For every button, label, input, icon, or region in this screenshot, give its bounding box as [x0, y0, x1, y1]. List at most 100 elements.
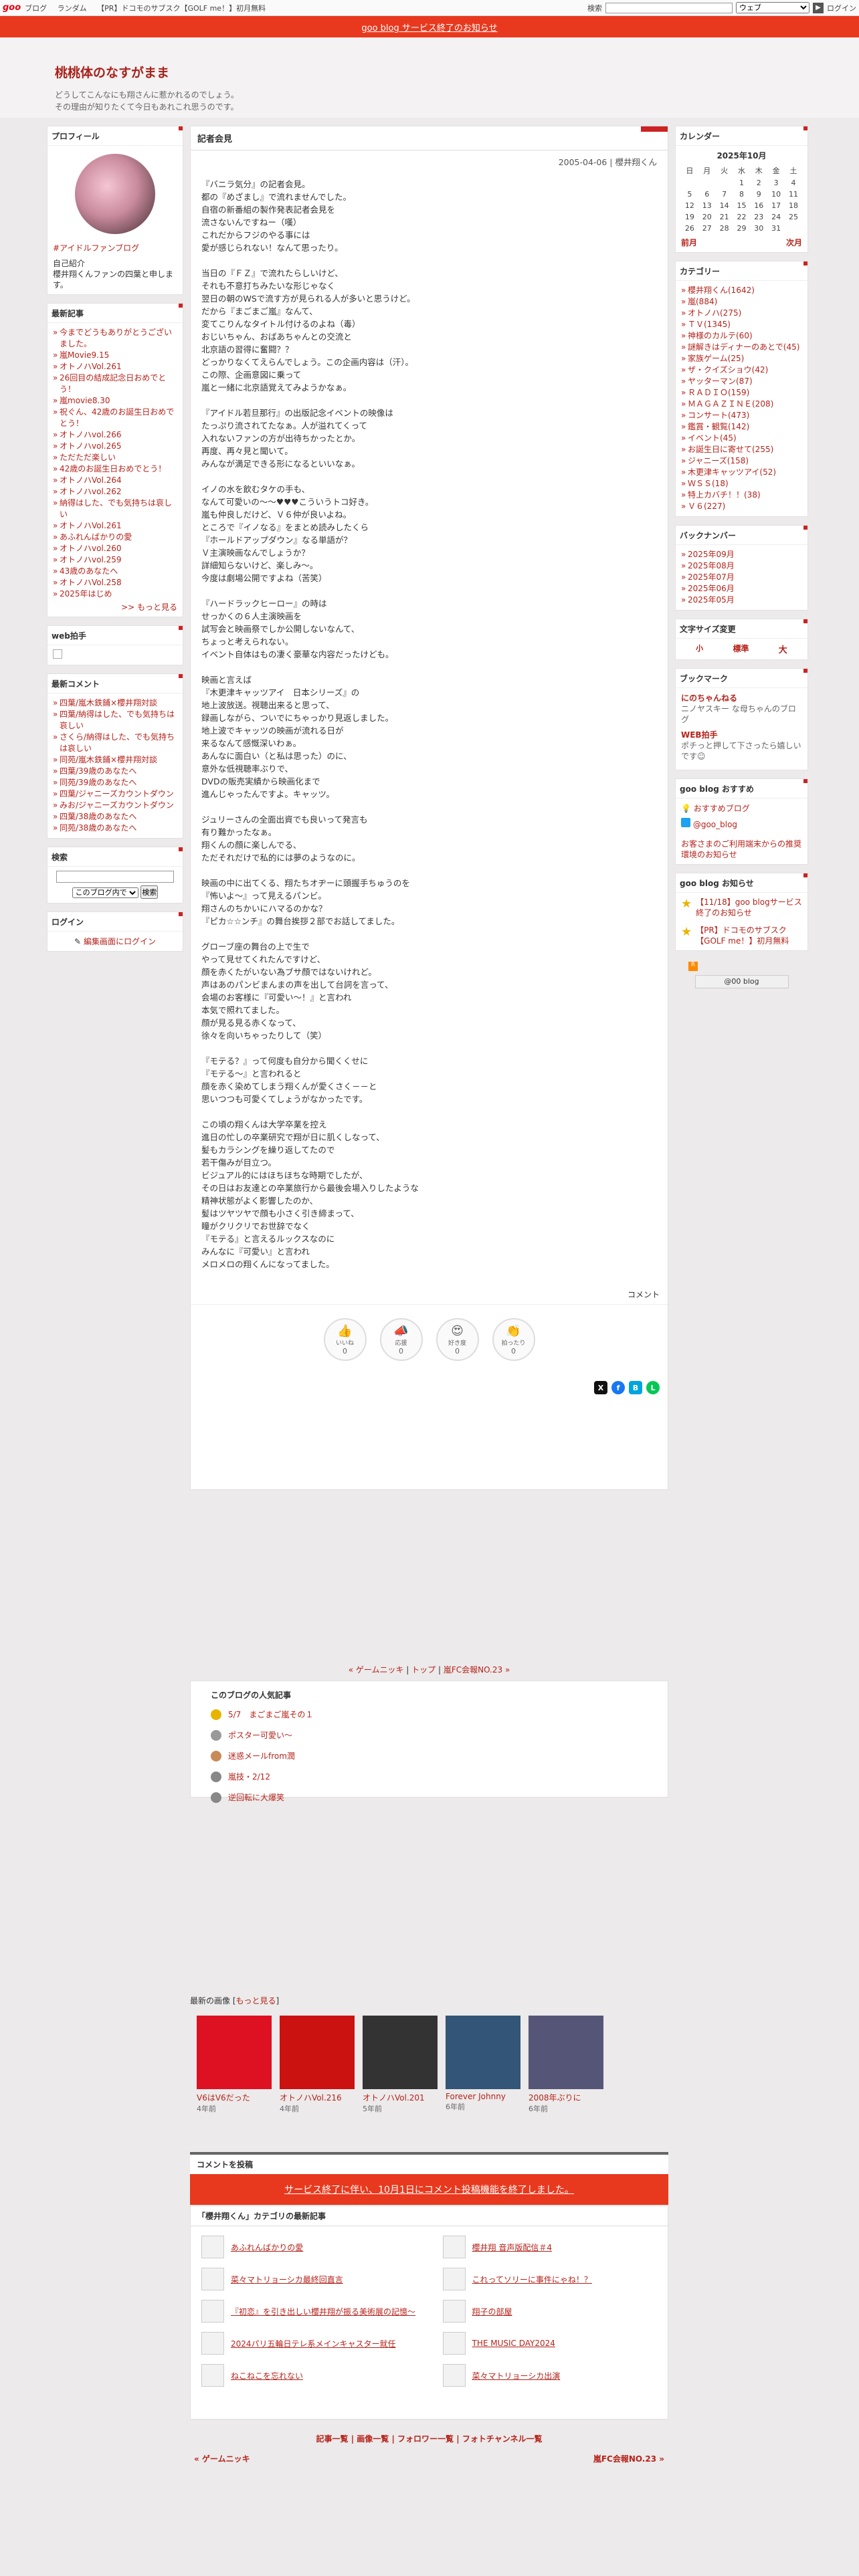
font-standard-button[interactable]: 標準	[733, 643, 749, 655]
footer-prev-link[interactable]: « ゲームニッキ	[194, 2453, 250, 2464]
image-thumb[interactable]: オトノハVol.216 4年前	[280, 2016, 355, 2114]
recent-post-link[interactable]: オトノハvol.260	[53, 543, 177, 554]
recent-post-link[interactable]: 祝ぐん、42歳のお誕生日おめでとう！	[53, 407, 177, 429]
category-post-link[interactable]: 菜々マトリョーシカ出演	[472, 2370, 561, 2381]
search-scope-select[interactable]: このブログ内で	[72, 887, 138, 898]
comment-link[interactable]: さくら/納得はした、でも気持ちは哀しい	[53, 732, 177, 754]
category-post-link[interactable]: 2024パリ五輪日テレ系メインキャスター就任	[231, 2338, 396, 2349]
comment-link[interactable]: 同苑/39歳のあなたへ	[53, 777, 177, 788]
notice-text[interactable]: goo blog サービス終了のお知らせ	[361, 21, 497, 33]
recent-post-link[interactable]: 42歳のお誕生日おめでとう！	[53, 463, 177, 475]
popular-link[interactable]: 5/7 まごまご嵐その１	[228, 1709, 313, 1720]
backnumber-link[interactable]: 2025年09月	[681, 549, 802, 560]
category-link[interactable]: 櫻井翔くん(1642)	[681, 285, 802, 296]
recent-post-link[interactable]: 2025年はじめ	[53, 588, 177, 600]
next-post-link[interactable]: 嵐FC会報NO.23 »	[444, 1665, 510, 1675]
image-thumb[interactable]: Forever Johnny 6年前	[446, 2016, 520, 2114]
category-link[interactable]: イベント(45)	[681, 433, 802, 444]
oshirase-link-2[interactable]: 【PR】ドコモのサブスク【GOLF me！】初月無料	[696, 925, 802, 946]
recent-post-link[interactable]: ただただ楽しい	[53, 452, 177, 463]
footer-nav-link[interactable]: フォロワー一覧	[397, 2434, 454, 2444]
footer-nav-link[interactable]: フォトチャンネル一覧	[462, 2434, 543, 2444]
blog-search-input[interactable]	[56, 871, 174, 883]
comment-link[interactable]: 四葉/39歳のあなたへ	[53, 766, 177, 777]
comment-link[interactable]: 同苑/嵐木鉄鋪×櫻井翔対談	[53, 754, 177, 766]
category-link[interactable]: ザ・クイズショウ(42)	[681, 364, 802, 376]
thumb-caption[interactable]: Forever Johnny	[446, 2092, 520, 2101]
category-link[interactable]: ＭＡＧＡＺＩＮＥ(208)	[681, 399, 802, 410]
nav-random[interactable]: ランダム	[58, 4, 87, 13]
recent-post-link[interactable]: あふれんばかりの愛	[53, 532, 177, 543]
category-link[interactable]: 嵐(884)	[681, 296, 802, 308]
service-end-notice[interactable]: goo blog サービス終了のお知らせ	[0, 16, 859, 37]
prev-post-link[interactable]: « ゲームニッキ	[349, 1665, 404, 1675]
rss-icon[interactable]: R	[688, 962, 698, 971]
search-button[interactable]: 検索	[140, 885, 159, 899]
category-link[interactable]: コンサート(473)	[681, 410, 802, 421]
recent-post-link[interactable]: オトノハvol.266	[53, 429, 177, 441]
article-title[interactable]: 記者会見	[191, 126, 668, 150]
thumbnail-image[interactable]	[363, 2016, 438, 2089]
category-link[interactable]: 神様のカルテ(60)	[681, 330, 802, 342]
goo-logo[interactable]: goo	[3, 3, 21, 13]
recent-more[interactable]: >> もっと見る	[53, 601, 177, 613]
backnumber-link[interactable]: 2025年05月	[681, 595, 802, 606]
calendar-prev[interactable]: 前月	[681, 237, 697, 248]
recent-post-link[interactable]: オトノハVol.261	[53, 520, 177, 532]
x-share-icon[interactable]: X	[594, 1381, 607, 1394]
comment-link[interactable]: 四葉/ジャニーズカウントダウン	[53, 788, 177, 800]
login-link[interactable]: ログイン	[827, 3, 856, 13]
facebook-share-icon[interactable]: f	[611, 1381, 625, 1394]
category-link[interactable]: ＴＶ(1345)	[681, 319, 802, 330]
comment-link[interactable]: 同苑/38歳のあなたへ	[53, 823, 177, 834]
thumb-caption[interactable]: オトノハVol.201	[363, 2092, 438, 2103]
font-small-button[interactable]: 小	[696, 643, 703, 655]
nav-pr[interactable]: 【PR】ドコモのサブスク【GOLF me！】初月無料	[97, 4, 266, 13]
article-date[interactable]: 2005-04-06 | 櫻井翔くん	[201, 156, 657, 169]
recent-post-link[interactable]: オトノハVol.258	[53, 577, 177, 588]
goo-blog-badge[interactable]: @00 blog	[694, 975, 789, 988]
popular-link[interactable]: 嵐技・2/12	[228, 1771, 270, 1782]
top-search-input[interactable]	[605, 2, 733, 13]
category-post-link[interactable]: ねこねこを忘れない	[231, 2370, 303, 2381]
bookmark-link[interactable]: にのちゃんねる	[681, 692, 802, 704]
reaction-button[interactable]: 👏 拍ったり 0	[492, 1318, 535, 1361]
recent-post-link[interactable]: オトノハVol.261	[53, 361, 177, 372]
line-share-icon[interactable]: L	[646, 1381, 660, 1394]
recent-post-link[interactable]: オトノハvol.265	[53, 441, 177, 452]
category-link[interactable]: ジャニーズ(158)	[681, 455, 802, 467]
category-link[interactable]: ヤッターマン(87)	[681, 376, 802, 387]
nav-blog[interactable]: ブログ	[25, 4, 47, 13]
footer-nav-link[interactable]: 画像一覧	[357, 2434, 389, 2444]
profile-tag[interactable]: #アイドルファンブログ	[53, 242, 177, 253]
env-notice-link[interactable]: お客さまのご利用端末からの推奨環境のお知らせ	[681, 839, 802, 860]
top-link[interactable]: トップ	[411, 1665, 436, 1675]
recent-post-link[interactable]: オトノハVol.264	[53, 475, 177, 486]
recent-post-link[interactable]: オトノハvol.259	[53, 554, 177, 566]
category-link[interactable]: 家族ゲーム(25)	[681, 353, 802, 364]
popular-link[interactable]: 迷惑メールfrom潤	[228, 1750, 295, 1761]
thumb-caption[interactable]: 2008年ぶりに	[529, 2092, 603, 2103]
thumbnail-image[interactable]	[197, 2016, 272, 2089]
category-post-link[interactable]: これってソリーに事件にゃね！？	[472, 2274, 592, 2285]
thumbnail-image[interactable]	[280, 2016, 355, 2089]
category-post-link[interactable]: 菜々マトリョーシカ最終回直言	[231, 2274, 343, 2285]
comment-link[interactable]: みお/ジャニーズカウントダウン	[53, 800, 177, 811]
backnumber-link[interactable]: 2025年07月	[681, 572, 802, 583]
thumb-caption[interactable]: オトノハVol.216	[280, 2092, 355, 2103]
category-link[interactable]: 鑑賞・観覧(142)	[681, 421, 802, 433]
category-post-link[interactable]: あふれんばかりの愛	[231, 2242, 303, 2253]
category-link[interactable]: 謎解きはディナーのあとで(45)	[681, 342, 802, 353]
comment-link[interactable]: 四葉/38歳のあなたへ	[53, 811, 177, 823]
category-link[interactable]: Ｖ６(227)	[681, 501, 802, 512]
comment-link[interactable]: 四葉/嵐木鉄鋪×櫻井翔対談	[53, 697, 177, 709]
reaction-button[interactable]: 📣 応援 0	[379, 1318, 423, 1361]
reaction-button[interactable]: 😍 好き度 0	[436, 1318, 479, 1361]
recent-post-link[interactable]: 納得はした、でも気持ちは哀しい	[53, 498, 177, 520]
recent-post-link[interactable]: 嵐Movie9.15	[53, 350, 177, 361]
images-more-link[interactable]: もっと見る	[236, 1996, 276, 2006]
recent-post-link[interactable]: オトノハvol.262	[53, 486, 177, 498]
engine-select[interactable]: ウェブ	[736, 2, 809, 13]
footer-next-link[interactable]: 嵐FC会報NO.23 »	[593, 2453, 664, 2464]
category-link[interactable]: ＷＳＳ(18)	[681, 478, 802, 490]
